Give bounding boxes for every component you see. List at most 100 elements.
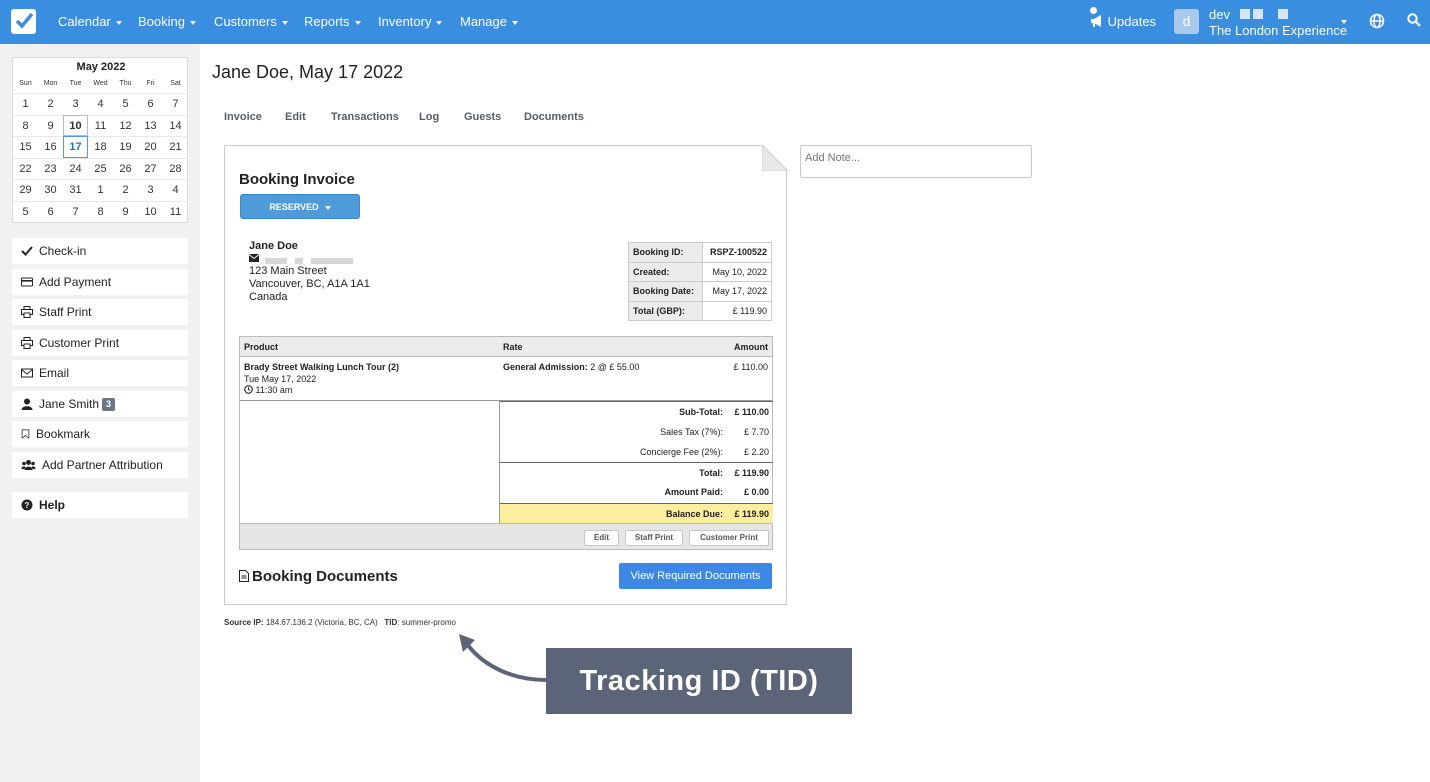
calendar-day[interactable]: 30 <box>38 179 63 201</box>
credit-card-icon <box>21 277 33 287</box>
calendar-day[interactable]: 7 <box>163 93 188 115</box>
info-row: Total (GBP): £ 119.90 <box>628 300 772 321</box>
tab-log[interactable]: Log <box>419 111 439 123</box>
chevron-down-icon[interactable] <box>1341 20 1347 24</box>
sidebar: May 2022 Sun Mon Tue Wed Thu Fri Sat 123456789… <box>0 44 200 782</box>
calendar-day[interactable]: 12 <box>113 114 138 137</box>
help-button[interactable]: ? Help <box>12 492 188 518</box>
calendar-weekdays: Sun Mon Tue Wed Thu Fri Sat <box>13 80 189 87</box>
calendar-day[interactable]: 17 <box>63 136 88 158</box>
staff-print-button[interactable]: Staff Print <box>625 530 683 546</box>
calendar-day[interactable]: 3 <box>63 93 88 115</box>
calendar-day[interactable]: 27 <box>138 157 163 180</box>
calendar-day[interactable]: 26 <box>113 157 138 180</box>
tab-edit[interactable]: Edit <box>285 111 306 123</box>
calendar-days: 1 2 3 4 5 6 7 8 9 10 11 12 13 14 15 16 17 18 19 20 21 22 23 24 2… <box>13 93 189 222</box>
calendar-day[interactable]: 24 <box>63 157 88 180</box>
calendar-day[interactable]: 11 <box>163 200 188 223</box>
calendar-day[interactable]: 1 <box>88 179 113 201</box>
check-in-button[interactable]: Check-in <box>12 238 188 264</box>
tracking-id-callout: Tracking ID (TID) <box>546 648 852 714</box>
weekday-label: Fri <box>146 80 155 87</box>
calendar-day[interactable]: 25 <box>88 157 113 180</box>
staff-print-button[interactable]: Staff Print <box>12 299 188 325</box>
calendar-day[interactable]: 20 <box>138 136 163 158</box>
user-name[interactable]: dev <box>1209 7 1230 22</box>
add-note-field[interactable] <box>800 145 1032 178</box>
calendar-day[interactable]: 9 <box>113 200 138 223</box>
user-icon <box>21 398 33 410</box>
globe-icon[interactable] <box>1369 13 1385 29</box>
nav-reports[interactable]: Reports <box>304 14 361 29</box>
calendar-day[interactable]: 16 <box>38 136 63 158</box>
search-icon[interactable] <box>1407 13 1421 27</box>
product-name: Brady Street Walking Lunch Tour (2) <box>244 362 400 372</box>
calendar-day[interactable]: 5 <box>113 93 138 115</box>
avatar[interactable]: d <box>1174 9 1199 34</box>
add-payment-button[interactable]: Add Payment <box>12 269 188 295</box>
calendar-day[interactable]: 23 <box>38 157 63 180</box>
tab-transactions[interactable]: Transactions <box>331 111 399 123</box>
calendar-day[interactable]: 8 <box>13 114 38 137</box>
calendar-day[interactable]: 18 <box>88 136 113 158</box>
email-button[interactable]: Email <box>12 360 188 386</box>
address-line: 123 Main Street <box>249 265 327 277</box>
customer-print-button[interactable]: Customer Print <box>689 530 769 546</box>
redacted-block <box>1240 9 1250 19</box>
help-icon: ? <box>21 499 33 511</box>
updates-button[interactable]: Updates <box>1090 7 1156 29</box>
calendar-day[interactable]: 2 <box>113 179 138 201</box>
calendar-day[interactable]: 4 <box>88 93 113 115</box>
tab-invoice[interactable]: Invoice <box>224 111 262 123</box>
calendar-day[interactable]: 29 <box>13 179 38 201</box>
calendar-day[interactable]: 22 <box>13 157 38 180</box>
tracking-metadata: Source IP: 184.67.136.2 (Victoria, BC, C… <box>224 618 456 627</box>
nav-calendar[interactable]: Calendar <box>58 14 122 29</box>
calendar-day[interactable]: 7 <box>63 200 88 223</box>
header-product: Product <box>244 342 279 352</box>
redacted-block <box>1253 9 1263 19</box>
user-company[interactable]: The London Experience <box>1209 23 1347 38</box>
nav-manage[interactable]: Manage <box>460 14 518 29</box>
add-partner-attribution-button[interactable]: Add Partner Attribution <box>12 452 188 478</box>
totals-block: Sub-Total: £ 110.00 Sales Tax (7%): £ 7.70… <box>499 401 773 524</box>
app-logo[interactable] <box>11 9 36 34</box>
assigned-user-button[interactable]: Jane Smith 3 <box>12 391 188 417</box>
calendar-day[interactable]: 6 <box>38 200 63 223</box>
calendar-day[interactable]: 11 <box>88 114 113 137</box>
calendar-day[interactable]: 9 <box>38 114 63 137</box>
calendar-day[interactable]: 3 <box>138 179 163 201</box>
nav-inventory[interactable]: Inventory <box>378 14 443 29</box>
redacted-email <box>311 258 353 264</box>
calendar-day[interactable]: 1 <box>13 93 38 115</box>
calendar-day[interactable]: 19 <box>113 136 138 158</box>
view-required-documents-button[interactable]: View Required Documents <box>619 563 772 589</box>
tab-guests[interactable]: Guests <box>464 111 501 123</box>
calendar-day[interactable]: 21 <box>163 136 188 158</box>
calendar-day[interactable]: 5 <box>13 200 38 223</box>
calendar-day[interactable]: 4 <box>163 179 188 201</box>
bookmark-button[interactable]: Bookmark <box>12 421 188 447</box>
customer-print-button[interactable]: Customer Print <box>12 330 188 356</box>
calendar-day[interactable]: 8 <box>88 200 113 223</box>
calendar-day[interactable]: 15 <box>13 136 38 158</box>
calendar-month-title: May 2022 <box>76 61 126 73</box>
weekday-label: Tue <box>69 80 82 87</box>
calendar-day[interactable]: 2 <box>38 93 63 115</box>
calendar-day[interactable]: 13 <box>138 114 163 137</box>
calendar-day[interactable]: 6 <box>138 93 163 115</box>
booking-documents-heading: Booking Documents <box>239 568 398 585</box>
calendar-day[interactable]: 28 <box>163 157 188 180</box>
top-navbar: Calendar Booking Customers Reports Inven… <box>0 0 1430 44</box>
calendar-day[interactable]: 14 <box>163 114 188 137</box>
calendar-day[interactable]: 31 <box>63 179 88 201</box>
nav-booking[interactable]: Booking <box>138 14 196 29</box>
edit-button[interactable]: Edit <box>584 530 619 546</box>
nav-customers[interactable]: Customers <box>214 14 288 29</box>
weekday-label: Sun <box>19 80 32 87</box>
calendar-day[interactable]: 10 <box>138 200 163 223</box>
status-dropdown[interactable]: RESERVED <box>240 194 360 219</box>
weekday-label: Mon <box>43 80 58 87</box>
calendar-day[interactable]: 10 <box>63 114 88 136</box>
tab-documents[interactable]: Documents <box>524 111 584 123</box>
